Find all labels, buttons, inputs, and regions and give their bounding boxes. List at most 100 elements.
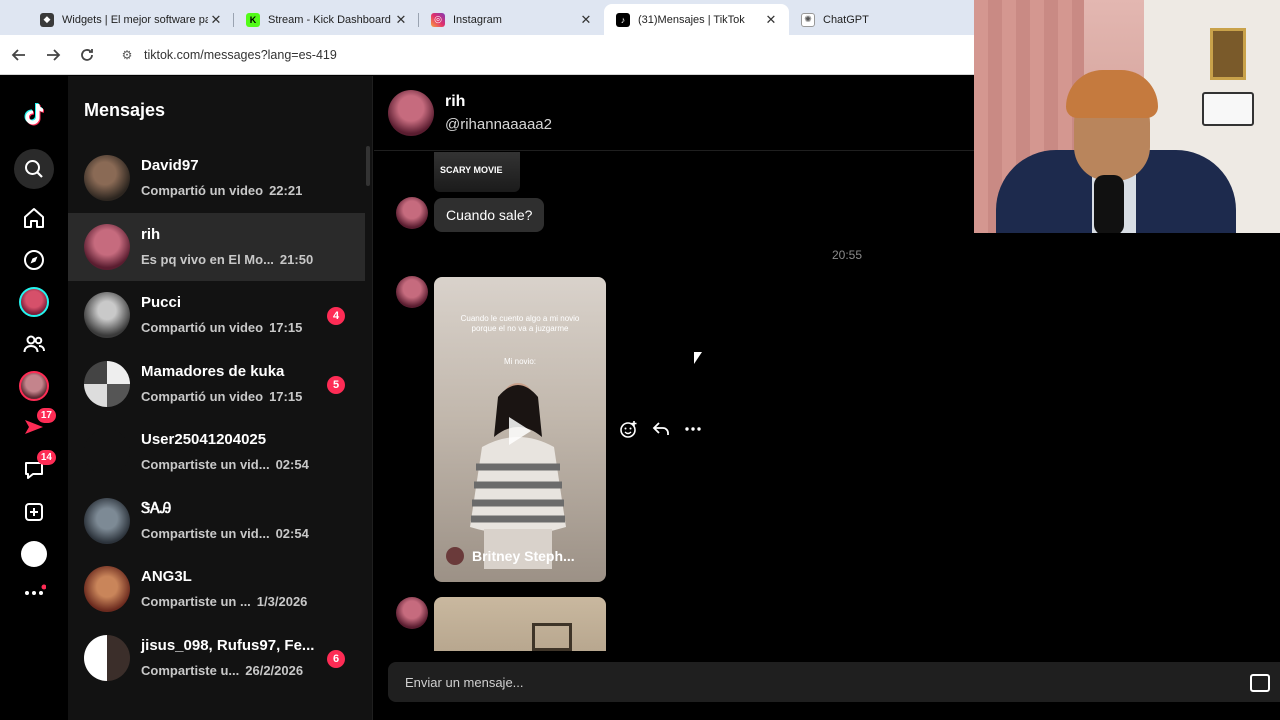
conversation-item[interactable]: ᏕᎪᎯ Compartiste un vid... 02:54	[68, 487, 365, 555]
tab-title: Widgets | El mejor software par	[62, 13, 208, 26]
reload-icon	[80, 48, 93, 61]
live-button[interactable]	[14, 282, 54, 322]
avatar	[84, 635, 130, 681]
avatar	[84, 292, 130, 338]
url-text: tiktok.com/messages?lang=es-419	[144, 47, 337, 62]
conversation-preview: Compartió un video 22:21	[141, 183, 302, 198]
inbox-title: Mensajes	[84, 100, 166, 120]
conversation-preview: Es pq vivo en El Mo... 21:50	[141, 252, 313, 267]
contact-name[interactable]: rih	[445, 93, 465, 111]
contact-username[interactable]: @rihannaaaaa2	[445, 116, 552, 133]
search-button[interactable]	[14, 149, 54, 189]
conversation-item[interactable]: Mamadores de kuka Compartió un video 17:1…	[68, 350, 365, 418]
conversation-item[interactable]: User25041204025 Compartiste un vid... 02:…	[68, 418, 365, 486]
tab-instagram[interactable]: ◎ Instagram ✕	[419, 4, 604, 35]
site-settings-icon[interactable]: ⚙	[116, 48, 138, 62]
sender-avatar[interactable]	[396, 597, 428, 629]
conversation-name: rih	[141, 226, 161, 243]
shared-video-card[interactable]: Cuando le cuento algo a mi novio porque …	[434, 277, 606, 582]
shared-video-card[interactable]	[434, 597, 606, 651]
close-icon[interactable]: ✕	[578, 12, 594, 28]
more-button[interactable]	[14, 573, 54, 613]
preview-text: Compartiste un vid...	[141, 526, 270, 541]
chat-panel: rih @rihannaaaaa2 SCARY MOVIE Cuando sal…	[374, 76, 974, 720]
composer-extension	[974, 662, 1280, 702]
scrollbar[interactable]	[366, 146, 370, 186]
home-button[interactable]	[14, 198, 54, 238]
conversation-preview: Compartió un video 17:15	[141, 320, 302, 335]
tab-chatgpt[interactable]: ✺ ChatGPT	[789, 4, 974, 35]
conversation-name: User25041204025	[141, 431, 267, 448]
conversation-preview: Compartiste u... 26/2/2026	[141, 663, 303, 678]
avatar	[84, 155, 130, 201]
avatar	[84, 566, 130, 612]
conversation-item[interactable]: David97 Compartió un video 22:21	[68, 144, 365, 212]
play-icon[interactable]	[509, 417, 531, 445]
conversation-time: 02:54	[275, 457, 309, 472]
conversation-list: Mensajes David97 Compartió un video 22:21…	[68, 76, 373, 720]
conversation-preview: Compartiste un vid... 02:54	[141, 457, 309, 472]
compass-icon	[24, 250, 44, 270]
webcam-overlay	[974, 0, 1280, 233]
avatar	[84, 224, 130, 270]
screen: ◆ Widgets | El mejor software par ✕ K St…	[0, 0, 1280, 720]
react-button[interactable]	[618, 418, 640, 440]
tab-tiktok[interactable]: ♪ (31)Mensajes | TikTok ✕	[604, 4, 789, 35]
close-icon[interactable]: ✕	[208, 12, 224, 28]
tab-title: Instagram	[453, 13, 502, 26]
reload-button[interactable]	[71, 39, 102, 70]
back-button[interactable]	[3, 39, 34, 70]
reply-button[interactable]	[650, 418, 672, 440]
whiteboard	[1202, 92, 1254, 126]
conversation-item-selected[interactable]: rih Es pq vivo en El Mo... 21:50	[68, 213, 365, 281]
conversation-item[interactable]: jisus_098, Rufus97, Fe... Compartiste u.…	[68, 624, 365, 692]
video-caption: Cuando le cuento algo a mi novio porque …	[460, 314, 580, 333]
sender-avatar[interactable]	[396, 197, 428, 229]
following-button[interactable]	[14, 324, 54, 364]
more-options-button[interactable]	[682, 418, 704, 440]
tab-kick[interactable]: K Stream - Kick Dashboard ✕	[234, 4, 419, 35]
microphone	[1094, 175, 1124, 233]
tiktok-logo-icon	[24, 103, 44, 126]
tiktok-app: 17 14 Mensajes David97 Compartió un vide…	[0, 76, 974, 720]
contact-avatar[interactable]	[388, 90, 434, 136]
live-avatar	[19, 287, 49, 317]
author-avatar	[446, 547, 464, 565]
conversation-preview: Compartiste un vid... 02:54	[141, 526, 309, 541]
preview-text: Compartiste un vid...	[141, 457, 270, 472]
messages-button[interactable]: 14	[14, 450, 56, 490]
shared-video-thumbnail[interactable]: SCARY MOVIE	[434, 152, 520, 192]
avatar	[84, 429, 130, 475]
forward-button[interactable]	[37, 39, 68, 70]
chat-header: rih @rihannaaaaa2	[374, 76, 974, 151]
tab-title: ChatGPT	[823, 13, 869, 26]
more-horizontal-icon	[685, 427, 701, 431]
friends-button[interactable]	[14, 366, 54, 406]
widgets-favicon-icon: ◆	[40, 12, 54, 27]
activity-button[interactable]: 17	[14, 408, 56, 448]
conversation-name: Mamadores de kuka	[141, 363, 285, 380]
profile-button[interactable]	[14, 534, 54, 574]
conversation-item[interactable]: Pucci Compartió un video 17:15 4	[68, 281, 365, 349]
chatgpt-favicon-icon: ✺	[801, 12, 815, 27]
unread-badge: 4	[327, 307, 345, 325]
conversation-time: 22:21	[269, 183, 303, 198]
tab-widgets[interactable]: ◆ Widgets | El mejor software par ✕	[28, 4, 234, 35]
close-icon[interactable]: ✕	[763, 12, 779, 28]
explore-button[interactable]	[14, 240, 54, 280]
upload-button[interactable]	[14, 492, 54, 532]
message-composer	[388, 662, 974, 702]
sender-avatar[interactable]	[396, 276, 428, 308]
conversation-name: David97	[141, 157, 199, 174]
address-bar[interactable]: ⚙ tiktok.com/messages?lang=es-419	[108, 39, 938, 70]
emoji-add-icon	[620, 421, 637, 438]
tiktok-logo[interactable]	[14, 94, 54, 134]
preview-text: Compartió un video	[141, 389, 264, 404]
close-icon[interactable]: ✕	[393, 12, 409, 28]
messages-badge: 14	[36, 450, 56, 465]
image-upload-icon[interactable]	[1250, 674, 1270, 692]
conversation-item[interactable]: ANG3L Compartiste un ... 1/3/2026	[68, 555, 365, 623]
message-input[interactable]	[388, 662, 974, 702]
conversation-time: 21:50	[279, 252, 314, 267]
preview-text: Compartiste un ...	[141, 594, 251, 609]
